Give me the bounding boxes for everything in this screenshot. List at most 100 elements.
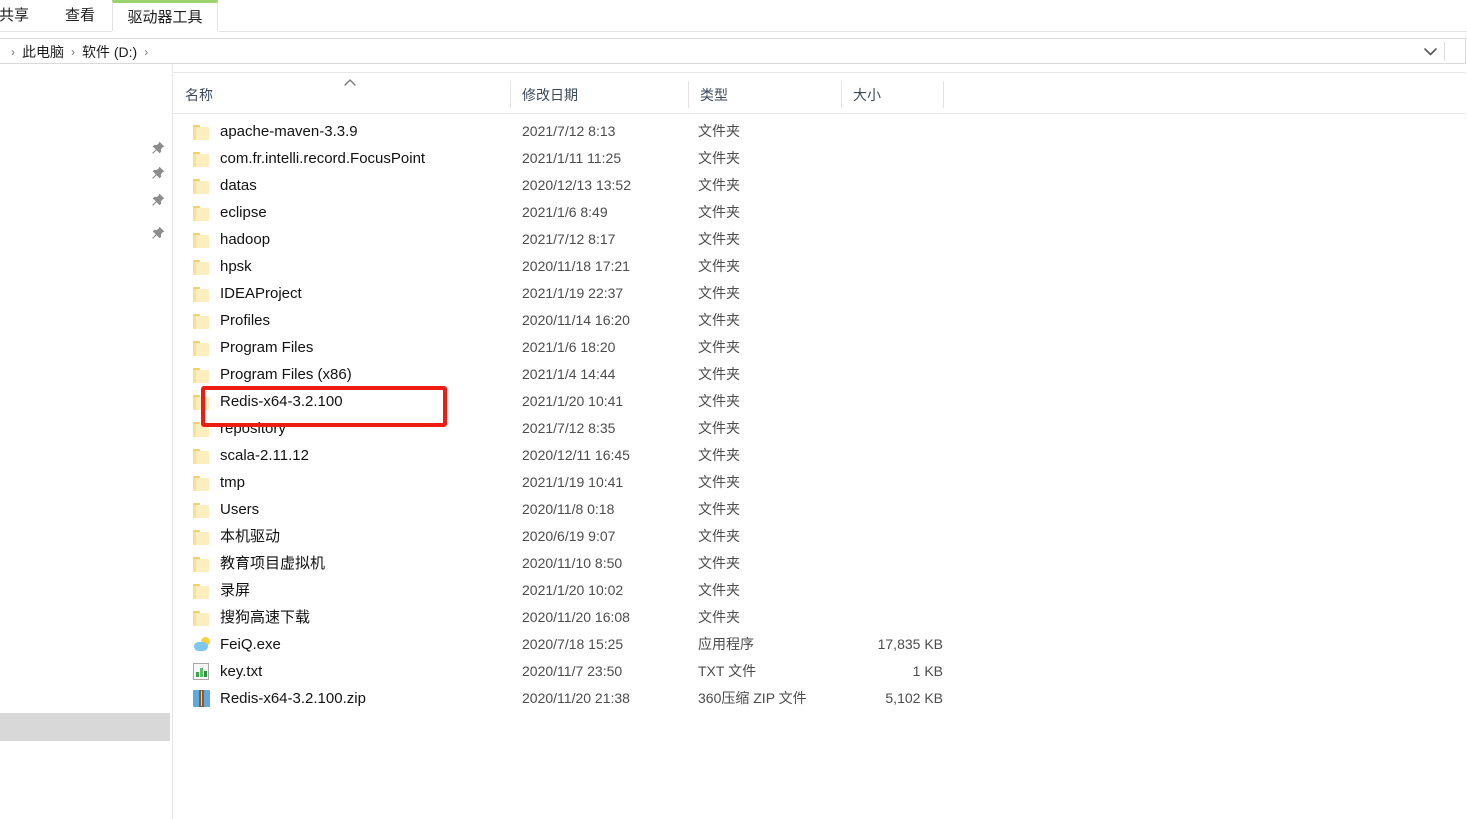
column-header-bottom-border (173, 113, 1467, 114)
file-list[interactable]: apache-maven-3.3.9 2021/7/12 8:13 文件夹 com.f… (173, 118, 1467, 738)
ribbon-tab-view[interactable]: 查看 (52, 0, 108, 31)
pin-icon[interactable] (150, 140, 166, 156)
file-name-cell[interactable]: apache-maven-3.3.9 (193, 118, 358, 145)
file-size-cell: 1 KB (912, 663, 943, 679)
folder-icon (193, 258, 212, 276)
file-name-cell[interactable]: 本机驱动 (193, 523, 280, 550)
file-type-cell: 文件夹 (698, 285, 740, 301)
file-row[interactable]: datas 2020/12/13 13:52 文件夹 (173, 172, 1467, 199)
pin-icon[interactable] (150, 225, 166, 241)
file-name-cell[interactable]: Redis-x64-3.2.100.zip (193, 685, 366, 712)
file-row[interactable]: hpsk 2020/11/18 17:21 文件夹 (173, 253, 1467, 280)
file-row[interactable]: Users 2020/11/8 0:18 文件夹 (173, 496, 1467, 523)
file-name-cell[interactable]: scala-2.11.12 (193, 442, 309, 469)
file-row[interactable]: tmp 2021/1/19 10:41 文件夹 (173, 469, 1467, 496)
file-row[interactable]: 搜狗高速下载 2020/11/20 16:08 文件夹 (173, 604, 1467, 631)
file-row[interactable]: com.fr.intelli.record.FocusPoint 2021/1/1… (173, 145, 1467, 172)
breadcrumb-trailing-separator-icon[interactable]: › (137, 39, 155, 65)
file-type-cell: 文件夹 (698, 474, 740, 490)
file-name-cell[interactable]: Profiles (193, 307, 270, 334)
column-header-date[interactable]: 修改日期 (510, 77, 578, 113)
file-row[interactable]: Redis-x64-3.2.100 2021/1/20 10:41 文件夹 (173, 388, 1467, 415)
breadcrumb: › 此电脑 › 软件 (D:) › (4, 39, 155, 65)
file-name-label: IDEAProject (220, 285, 302, 302)
folder-icon (193, 204, 212, 222)
file-name-cell[interactable]: tmp (193, 469, 245, 496)
column-header-top-border (173, 72, 1467, 73)
file-name-cell[interactable]: datas (193, 172, 257, 199)
file-date-cell: 2021/1/6 8:49 (522, 204, 608, 220)
file-row[interactable]: 本机驱动 2020/6/19 9:07 文件夹 (173, 523, 1467, 550)
file-name-cell[interactable]: eclipse (193, 199, 267, 226)
file-row[interactable]: scala-2.11.12 2020/12/11 16:45 文件夹 (173, 442, 1467, 469)
file-name-label: 搜狗高速下载 (220, 609, 311, 626)
address-bar[interactable]: › 此电脑 › 软件 (D:) › (0, 38, 1466, 64)
file-type-cell: 文件夹 (698, 177, 740, 193)
file-name-cell[interactable]: 搜狗高速下载 (193, 604, 310, 631)
file-name-label: hpsk (220, 258, 252, 275)
file-type-cell: 文件夹 (698, 204, 740, 220)
file-name-cell[interactable]: IDEAProject (193, 280, 302, 307)
sort-ascending-icon[interactable] (343, 74, 357, 86)
file-name-label: Redis-x64-3.2.100.zip (220, 690, 366, 707)
file-name-cell[interactable]: Program Files (193, 334, 313, 361)
navigation-pane[interactable] (0, 65, 172, 819)
file-row[interactable]: IDEAProject 2021/1/19 22:37 文件夹 (173, 280, 1467, 307)
file-row[interactable]: Profiles 2020/11/14 16:20 文件夹 (173, 307, 1467, 334)
column-header-size[interactable]: 大小 (841, 77, 881, 113)
file-row[interactable]: repository 2021/7/12 8:35 文件夹 (173, 415, 1467, 442)
file-row[interactable]: Program Files (x86) 2021/1/4 14:44 文件夹 (173, 361, 1467, 388)
file-row[interactable]: 录屏 2021/1/20 10:02 文件夹 (173, 577, 1467, 604)
file-date-cell: 2020/11/10 8:50 (522, 555, 623, 571)
file-size-cell (773, 469, 943, 496)
column-header-type[interactable]: 类型 (688, 77, 728, 113)
ribbon-tab-drive-tools[interactable]: 驱动器工具 (112, 0, 218, 31)
zip-icon (193, 690, 212, 708)
file-name-cell[interactable]: Program Files (x86) (193, 361, 352, 388)
pin-icon[interactable] (150, 165, 166, 181)
file-size-cell (773, 172, 943, 199)
file-name-cell[interactable]: Redis-x64-3.2.100 (193, 388, 343, 415)
pin-icon[interactable] (150, 192, 166, 208)
file-name-cell[interactable]: 教育项目虚拟机 (193, 550, 325, 577)
file-name-cell[interactable]: hpsk (193, 253, 252, 280)
file-date-cell: 2021/7/12 8:13 (522, 123, 616, 139)
column-header-row: 名称 修改日期 类型 大小 (173, 77, 1467, 113)
folder-icon (193, 312, 212, 330)
file-date-cell: 2021/1/19 22:37 (522, 285, 624, 301)
file-size-cell (773, 577, 943, 604)
file-row[interactable]: eclipse 2021/1/6 8:49 文件夹 (173, 199, 1467, 226)
chevron-down-icon[interactable] (1419, 39, 1441, 64)
ribbon-tab-share[interactable]: 共享 (0, 0, 42, 31)
file-row[interactable]: Redis-x64-3.2.100.zip 2020/11/20 21:38 360… (173, 685, 1467, 712)
file-row[interactable]: hadoop 2021/7/12 8:17 文件夹 (173, 226, 1467, 253)
column-header-name[interactable]: 名称 (173, 77, 213, 113)
folder-icon (193, 528, 212, 546)
breadcrumb-separator-icon[interactable]: › (64, 39, 82, 65)
file-name-label: apache-maven-3.3.9 (220, 123, 358, 140)
breadcrumb-item-this-pc[interactable]: 此电脑 (22, 39, 64, 65)
breadcrumb-item-drive-d[interactable]: 软件 (D:) (82, 39, 137, 65)
nav-pane-selected-item[interactable] (0, 713, 170, 741)
txt-icon (193, 663, 212, 681)
file-row[interactable]: 教育项目虚拟机 2020/11/10 8:50 文件夹 (173, 550, 1467, 577)
file-name-cell[interactable]: com.fr.intelli.record.FocusPoint (193, 145, 425, 172)
file-size-cell (773, 442, 943, 469)
file-name-cell[interactable]: key.txt (193, 658, 262, 685)
file-name-cell[interactable]: Users (193, 496, 259, 523)
file-name-cell[interactable]: repository (193, 415, 286, 442)
file-size-cell (773, 280, 943, 307)
file-name-cell[interactable]: FeiQ.exe (193, 631, 281, 658)
file-row[interactable]: Program Files 2021/1/6 18:20 文件夹 (173, 334, 1467, 361)
file-row[interactable]: key.txt 2020/11/7 23:50 TXT 文件 1 KB (173, 658, 1467, 685)
file-size-cell (773, 604, 943, 631)
file-row[interactable]: FeiQ.exe 2020/7/18 15:25 应用程序 17,835 KB (173, 631, 1467, 658)
folder-icon (193, 285, 212, 303)
ribbon-tab-strip: 共享 查看 驱动器工具 (0, 0, 1467, 31)
file-name-cell[interactable]: hadoop (193, 226, 270, 253)
file-row[interactable]: apache-maven-3.3.9 2021/7/12 8:13 文件夹 (173, 118, 1467, 145)
column-resize-handle-size[interactable] (943, 81, 944, 108)
file-type-cell: 文件夹 (698, 609, 740, 625)
file-name-cell[interactable]: 录屏 (193, 577, 250, 604)
file-type-cell: 应用程序 (698, 636, 754, 652)
